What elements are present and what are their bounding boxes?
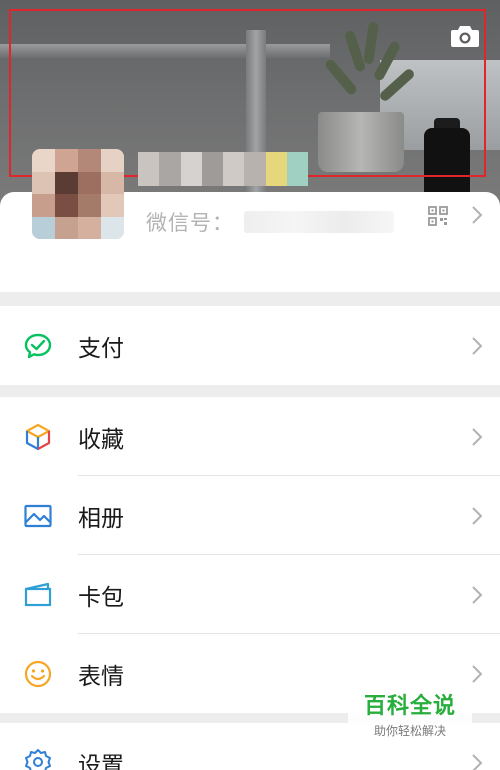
nickname-pixelated bbox=[138, 152, 308, 186]
chevron-right-icon[interactable] bbox=[470, 204, 484, 226]
menu-item-label: 支付 bbox=[78, 335, 124, 362]
chevron-right-icon bbox=[472, 336, 483, 355]
smiley-icon bbox=[22, 658, 54, 690]
cube-icon bbox=[22, 421, 54, 453]
menu-item-label: 收藏 bbox=[78, 426, 124, 453]
watermark-logo: 百科全说 助你轻松解决 bbox=[348, 692, 472, 748]
menu-item-label: 相册 bbox=[78, 505, 124, 532]
menu-item-favorites[interactable]: 收藏 bbox=[0, 397, 500, 476]
wechat-pay-icon bbox=[22, 330, 54, 362]
camera-button[interactable] bbox=[448, 22, 482, 50]
qr-code-icon[interactable] bbox=[428, 206, 448, 226]
chevron-right-icon bbox=[472, 427, 483, 446]
menu-item-pay[interactable]: 支付 bbox=[0, 306, 500, 385]
chevron-right-icon bbox=[472, 664, 483, 683]
gear-icon bbox=[22, 747, 54, 770]
chevron-right-icon bbox=[472, 585, 483, 604]
menu-item-label: 表情 bbox=[78, 663, 124, 690]
chevron-right-icon bbox=[472, 753, 483, 770]
menu-group-main: 收藏 相册 卡包 表情 bbox=[0, 397, 500, 713]
wechat-id-value bbox=[244, 211, 394, 233]
menu-item-label: 卡包 bbox=[78, 584, 124, 611]
menu-item-album[interactable]: 相册 bbox=[0, 476, 500, 555]
camera-icon bbox=[451, 26, 479, 47]
picture-icon bbox=[22, 500, 54, 532]
watermark-title: 百科全说 bbox=[363, 694, 456, 719]
wechat-id-label: 微信号： bbox=[146, 211, 234, 235]
avatar[interactable] bbox=[32, 149, 124, 239]
menu-item-cards[interactable]: 卡包 bbox=[0, 555, 500, 634]
wechat-id-row[interactable]: 微信号： bbox=[146, 206, 394, 238]
menu-group-pay: 支付 bbox=[0, 306, 500, 385]
card-icon bbox=[22, 579, 54, 611]
menu-item-label: 设置 bbox=[78, 752, 124, 770]
watermark-subtitle: 助你轻松解决 bbox=[373, 724, 446, 738]
chevron-right-icon bbox=[472, 506, 483, 525]
